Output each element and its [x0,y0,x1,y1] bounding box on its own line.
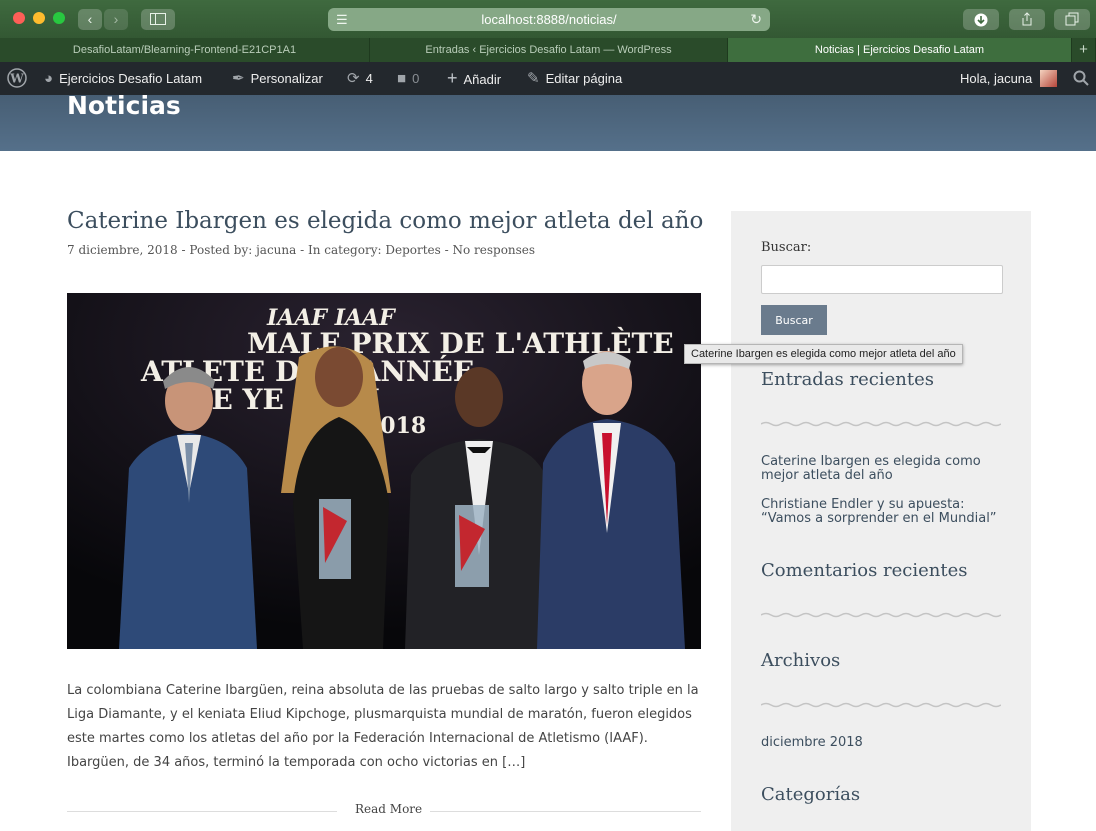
tab-label: Entradas ‹ Ejercicios Desafio Latam — Wo… [425,44,672,56]
admin-search-button[interactable] [1073,62,1089,95]
comments-count: 0 [412,71,420,86]
edit-page-label: Editar página [545,71,623,86]
back-button[interactable]: ‹ [78,9,102,30]
wordpress-logo-icon: W [7,68,27,88]
plus-icon: + [447,68,458,88]
search-button[interactable]: Buscar [761,305,827,335]
add-new-label: Añadir [463,72,502,87]
zoom-window-button[interactable] [53,12,65,24]
chevron-right-icon: › [113,11,119,27]
wavy-divider [761,702,1001,708]
chevron-left-icon: ‹ [87,11,93,27]
tab-label: Noticias | Ejercicios Desafio Latam [814,44,985,56]
pencil-icon: ✎ [527,70,540,87]
wavy-divider [761,612,1001,618]
read-more-link[interactable]: Read More [355,802,422,816]
updates-icon: ⟳ [347,70,360,87]
wavy-divider [761,421,1001,427]
tab-overview-button[interactable] [1054,9,1090,30]
updates-count: 4 [365,71,373,86]
tab-github[interactable]: DesafioLatam/Blearning-Frontend-E21CP1A1 [0,38,370,62]
reload-icon[interactable]: ↻ [750,8,762,31]
recent-post-link[interactable]: Caterine Ibargen es elegida como mejor a… [761,455,1006,483]
recent-post-link[interactable]: Christiane Endler y su apuesta: “Vamos a… [761,498,1006,526]
post-meta: 7 diciembre, 2018 - Posted by: jacuna - … [67,243,536,257]
tab-noticias[interactable]: Noticias | Ejercicios Desafio Latam [728,38,1072,62]
categories-heading: Categorías [761,784,861,805]
featured-image[interactable]: IAAF IAAF MALE PRIX DE L'ATHLÈTE ATLETE … [67,293,701,649]
wp-logo-menu[interactable]: W [7,62,27,95]
divider [67,811,337,812]
tab-label: DesafioLatam/Blearning-Frontend-E21CP1A1 [72,44,297,56]
sidebar: Buscar: Buscar Entradas recientes Cateri… [731,211,1031,831]
recent-comments-heading: Comentarios recientes [761,560,968,581]
tab-wordpress-entradas[interactable]: Entradas ‹ Ejercicios Desafio Latam — Wo… [370,38,728,62]
recent-posts-heading: Entradas recientes [761,369,934,390]
page-header: Noticias [0,91,1096,151]
browser-toolbar: ‹ › ☰ localhost:8888/noticias/ ↻ [0,0,1096,38]
divider [430,811,701,812]
search-input[interactable] [761,265,1003,294]
search-icon [1073,70,1089,86]
add-new-menu[interactable]: + Añadir [447,62,501,95]
download-icon [974,13,988,27]
minimize-window-button[interactable] [33,12,45,24]
award-photo: IAAF IAAF MALE PRIX DE L'ATHLÈTE ATLETE … [67,293,701,649]
tooltip: Caterine Ibargen es elegida como mejor a… [684,344,963,364]
close-window-button[interactable] [13,12,25,24]
tabs-icon [1065,12,1079,26]
page-title: Noticias [67,91,181,120]
archive-link[interactable]: diciembre 2018 [761,736,1006,750]
avatar [1039,69,1057,87]
site-name: Ejercicios Desafio Latam [59,71,203,86]
dashboard-icon: ◕ [44,70,54,87]
downloads-button[interactable] [963,9,999,30]
new-tab-button[interactable]: + [1072,38,1096,62]
tab-bar: DesafioLatam/Blearning-Frontend-E21CP1A1… [0,38,1096,62]
reader-menu-icon[interactable]: ☰ [336,8,348,31]
customize-menu[interactable]: ✒ Personalizar [232,62,323,95]
comment-icon: ■ [397,70,407,87]
updates-menu[interactable]: ⟳ 4 [347,62,373,95]
comments-menu[interactable]: ■ 0 [397,62,419,95]
edit-page-menu[interactable]: ✎ Editar página [527,62,622,95]
forward-button[interactable]: › [104,9,128,30]
sidebar-toggle-button[interactable] [141,9,175,30]
url-text: localhost:8888/noticias/ [481,12,617,27]
search-label: Buscar: [761,240,812,255]
address-bar[interactable]: ☰ localhost:8888/noticias/ ↻ [328,8,770,31]
post-title-link[interactable]: Caterine Ibargen es elegida como mejor a… [67,208,703,234]
sidebar-icon [150,13,166,25]
archives-heading: Archivos [761,650,841,671]
post-excerpt: La colombiana Caterine Ibargüen, reina a… [67,683,699,770]
greeting-label: Hola, jacuna [960,71,1033,86]
svg-text:W: W [9,72,24,86]
my-account-menu[interactable]: Hola, jacuna [960,62,1057,95]
share-button[interactable] [1009,9,1045,30]
share-icon [1022,12,1032,26]
customize-label: Personalizar [250,71,323,86]
brush-icon: ✒ [232,70,245,87]
